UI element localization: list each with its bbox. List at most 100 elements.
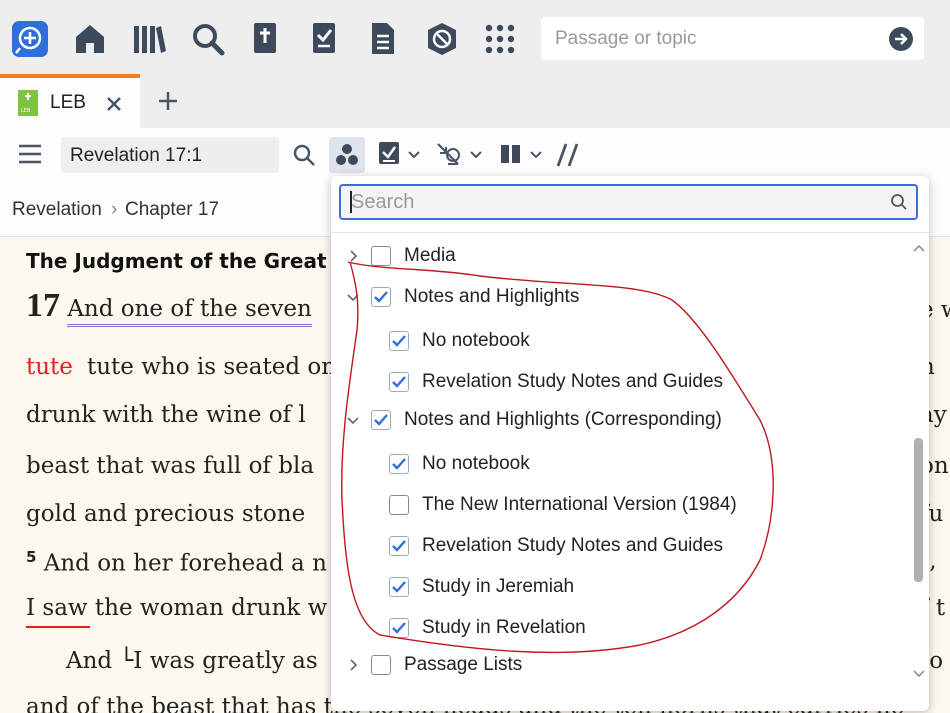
filter-item[interactable]: No notebook: [389, 450, 530, 478]
parallel-dropdown-icon[interactable]: [499, 142, 545, 172]
scroll-down-icon[interactable]: [913, 664, 925, 683]
filter-item[interactable]: The New International Version (1984): [389, 491, 737, 519]
checkbox-checked[interactable]: [371, 287, 391, 307]
filter-item-label: No notebook: [422, 330, 530, 351]
interlinear-dropdown-icon[interactable]: [436, 141, 484, 173]
checkbox-unchecked[interactable]: [389, 495, 409, 515]
checkmark-icon: [392, 540, 406, 552]
notes-dropdown-icon[interactable]: [378, 141, 422, 173]
go-arrow-icon[interactable]: [888, 26, 914, 56]
breadcrumb-book[interactable]: Revelation: [12, 199, 102, 221]
checkmark-icon: [374, 414, 388, 426]
filter-item[interactable]: Media: [343, 242, 456, 270]
passage-search-placeholder: Passage or topic: [555, 28, 697, 49]
filter-item-label: Notes and Highlights (Corresponding): [404, 409, 722, 430]
filter-item[interactable]: Study in Jeremiah: [389, 573, 574, 601]
filter-search-placeholder: Search: [351, 191, 415, 213]
checkmark-icon: [374, 291, 388, 303]
filter-item[interactable]: No notebook: [389, 327, 530, 355]
breadcrumb-chapter[interactable]: Chapter 17: [125, 199, 219, 221]
chevron-down-icon[interactable]: [343, 287, 363, 307]
verse-line: drunk with the wine of l: [26, 402, 306, 428]
checkbox-checked[interactable]: [389, 454, 409, 474]
search-icon[interactable]: [189, 20, 227, 58]
highlight-underline: [26, 626, 90, 628]
sync-link-icon[interactable]: [556, 142, 580, 172]
filter-item-label: Media: [404, 245, 456, 266]
verbum-shield-icon[interactable]: [423, 20, 461, 58]
verse-line-text: tute who is seated on m: [87, 354, 365, 380]
filter-item-label: No notebook: [422, 453, 530, 474]
verse-number: 5: [26, 548, 37, 566]
filter-item[interactable]: Revelation Study Notes and Guides: [389, 532, 723, 560]
filter-item-label: Revelation Study Notes and Guides: [422, 371, 724, 392]
scrollbar-thumb[interactable]: [914, 438, 923, 582]
checkbox-checked[interactable]: [389, 331, 409, 351]
filter-item-label: The New International Version (1984): [422, 494, 737, 515]
filter-item-label: Passage Lists: [404, 654, 523, 675]
verse-line: 5 And on her forehead a n: [26, 548, 327, 577]
filter-item-label: Revelation Study Notes and Guides: [422, 535, 724, 556]
panel-menu-icon[interactable]: [18, 143, 42, 169]
chevron-down-icon[interactable]: [343, 410, 363, 430]
checkmark-icon: [392, 622, 406, 634]
tab-leb[interactable]: LEB LEB: [0, 74, 140, 128]
filter-item-label: Notes and Highlights: [404, 286, 580, 307]
checkbox-checked[interactable]: [389, 536, 409, 556]
chapter-number: 17: [26, 287, 60, 324]
visual-filters-dropdown: Search Media Notes and Highlights No noteb…: [331, 176, 929, 711]
search-in-resource-icon[interactable]: [292, 143, 316, 171]
scroll-up-icon[interactable]: [913, 238, 925, 257]
logos-home-icon[interactable]: [11, 20, 49, 58]
filter-item[interactable]: Revelation Study Notes and Guides: [389, 368, 723, 396]
checkbox-unchecked[interactable]: [371, 246, 391, 266]
checkbox-unchecked[interactable]: [371, 655, 391, 675]
checkbox-checked[interactable]: [389, 577, 409, 597]
verse-line: tute: [26, 354, 73, 380]
search-icon[interactable]: [890, 193, 908, 215]
verse-1-text[interactable]: And one of the seven: [67, 296, 312, 327]
reference-box[interactable]: Revelation 17:1: [61, 137, 279, 173]
filter-item[interactable]: Notes and Highlights (Corresponding): [343, 406, 722, 434]
close-tab-icon[interactable]: [105, 95, 123, 117]
svg-text:LEB: LEB: [21, 108, 31, 114]
verse-line: gold and precious stone: [26, 501, 306, 527]
tasks-icon[interactable]: [305, 20, 343, 58]
app-toolbar: Passage or topic: [0, 0, 950, 74]
red-word: tute: [26, 354, 73, 380]
bible-icon[interactable]: [246, 20, 284, 58]
checkbox-checked[interactable]: [389, 372, 409, 392]
tab-bar: LEB LEB: [0, 74, 950, 128]
filter-item[interactable]: Notes and Highlights: [343, 283, 579, 311]
divider: [331, 232, 929, 233]
verse-line-text: I saw the woman drunk w: [26, 595, 328, 621]
document-icon[interactable]: [364, 20, 402, 58]
section-heading: The Judgment of the Great P: [26, 249, 349, 273]
verse-line: And └I was greatly as: [66, 648, 318, 674]
leb-book-icon: LEB: [18, 90, 38, 120]
filter-item[interactable]: Study in Revelation: [389, 614, 586, 642]
chevron-right-icon[interactable]: [343, 655, 363, 675]
passage-search-input[interactable]: Passage or topic: [541, 17, 924, 60]
visual-filters-icon: [336, 144, 358, 165]
tab-label: LEB: [50, 92, 86, 113]
new-tab-icon[interactable]: [157, 90, 179, 116]
checkbox-checked[interactable]: [389, 618, 409, 638]
checkmark-icon: [392, 581, 406, 593]
checkbox-checked[interactable]: [371, 410, 391, 430]
filter-item-label: Study in Revelation: [422, 617, 586, 638]
checkmark-icon: [392, 458, 406, 470]
verse-line: beast that was full of bla: [26, 453, 315, 479]
filter-search-input[interactable]: Search: [339, 184, 918, 220]
chevron-right-icon[interactable]: [343, 246, 363, 266]
apps-grid-icon[interactable]: [481, 20, 519, 58]
checkmark-icon: [392, 335, 406, 347]
checkmark-icon: [392, 376, 406, 388]
verse-line: 17 And one of the seven: [26, 287, 312, 327]
library-icon[interactable]: [130, 20, 168, 58]
filter-item[interactable]: Passage Lists: [343, 651, 522, 679]
visual-filters-button[interactable]: [329, 137, 365, 173]
home-icon[interactable]: [71, 20, 109, 58]
reference-text: Revelation 17:1: [70, 145, 203, 166]
verse-line: I saw the woman drunk w: [26, 595, 327, 621]
